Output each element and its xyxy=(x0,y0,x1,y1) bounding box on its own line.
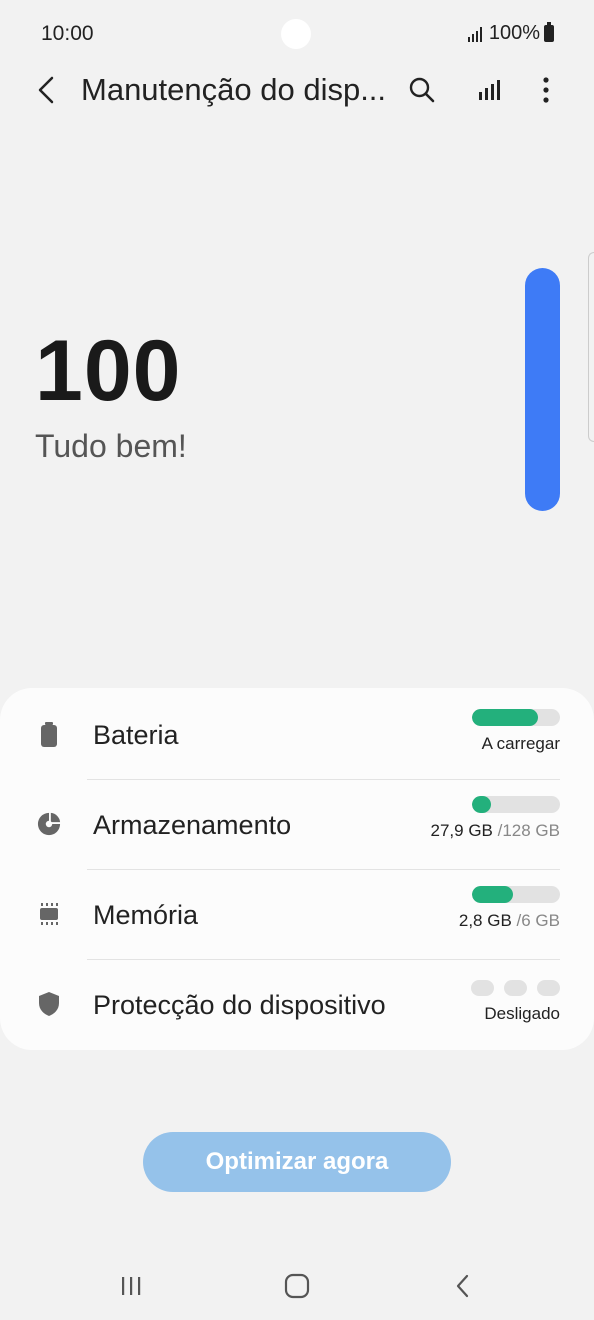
back-button[interactable] xyxy=(26,70,66,110)
list-item-battery[interactable]: Bateria A carregar xyxy=(0,688,594,778)
storage-progress-bar xyxy=(472,796,560,813)
app-bar: Manutenção do disp... xyxy=(0,60,594,120)
storage-value: 27,9 GB /128 GB xyxy=(431,821,560,841)
back-arrow-icon xyxy=(456,1274,469,1298)
more-vertical-icon xyxy=(543,77,549,103)
score-level-bar xyxy=(525,268,560,511)
list-item-storage[interactable]: Armazenamento 27,9 GB /128 GB xyxy=(0,780,594,870)
indicator-dot xyxy=(471,980,494,996)
memory-value: 2,8 GB /6 GB xyxy=(459,911,560,931)
memory-used: 2,8 GB xyxy=(458,911,512,930)
memory-status: 2,8 GB /6 GB xyxy=(459,886,560,931)
device-protection-value: Desligado xyxy=(484,1004,560,1023)
search-icon xyxy=(409,77,435,103)
battery-progress-bar xyxy=(472,709,560,726)
chevron-left-icon xyxy=(38,76,54,104)
back-nav-button[interactable] xyxy=(433,1264,493,1308)
memory-total: /6 GB xyxy=(516,911,560,930)
device-protection-label: Protecção do dispositivo xyxy=(93,990,386,1020)
memory-chip-icon xyxy=(37,902,61,926)
storage-progress-fill xyxy=(472,796,492,813)
score-status: Tudo bem! xyxy=(35,428,187,464)
battery-label: Bateria xyxy=(93,720,179,750)
search-button[interactable] xyxy=(402,70,442,110)
storage-used: 27,9 GB xyxy=(430,821,493,840)
home-icon xyxy=(284,1273,310,1299)
storage-label: Armazenamento xyxy=(93,810,292,840)
signal-icon xyxy=(467,26,482,42)
status-time: 10:00 xyxy=(41,22,94,45)
device-protection-status: Desligado xyxy=(471,980,560,1024)
memory-progress-fill xyxy=(472,886,514,903)
battery-status: A carregar xyxy=(472,709,560,754)
optimize-now-button[interactable]: Optimizar agora xyxy=(143,1132,451,1192)
storage-total: /128 GB xyxy=(497,821,560,840)
indicator-dot xyxy=(504,980,527,996)
battery-value: A carregar xyxy=(481,734,560,753)
statistics-button[interactable] xyxy=(470,70,510,110)
maintenance-card: Bateria A carregar Armazenamento 27,9 GB… xyxy=(0,688,594,1050)
bar-chart-icon xyxy=(479,80,500,100)
battery-icon xyxy=(37,722,61,747)
status-indicators: 100% xyxy=(467,22,554,45)
device-score: 100 xyxy=(35,323,182,419)
storage-status: 27,9 GB /128 GB xyxy=(431,796,560,841)
more-options-button[interactable] xyxy=(528,70,564,110)
home-button[interactable] xyxy=(267,1264,327,1308)
list-item-memory[interactable]: Memória 2,8 GB /6 GB xyxy=(0,870,594,960)
indicator-dot xyxy=(537,980,560,996)
shield-icon xyxy=(37,992,61,1016)
battery-percent: 100% xyxy=(488,22,540,44)
memory-label: Memória xyxy=(93,900,199,930)
memory-progress-bar xyxy=(472,886,560,903)
protection-indicator xyxy=(471,980,560,996)
navigation-bar xyxy=(0,1250,594,1320)
battery-status-icon xyxy=(544,22,554,42)
edge-panel-handle[interactable] xyxy=(588,252,594,442)
front-camera xyxy=(281,19,311,49)
page-title: Manutenção do disp... xyxy=(81,72,387,107)
list-item-device-protection[interactable]: Protecção do dispositivo Desligado xyxy=(0,960,594,1050)
pie-chart-icon xyxy=(37,812,61,836)
recent-apps-icon xyxy=(122,1277,141,1295)
recent-apps-button[interactable] xyxy=(101,1264,161,1308)
battery-progress-fill xyxy=(472,709,538,726)
